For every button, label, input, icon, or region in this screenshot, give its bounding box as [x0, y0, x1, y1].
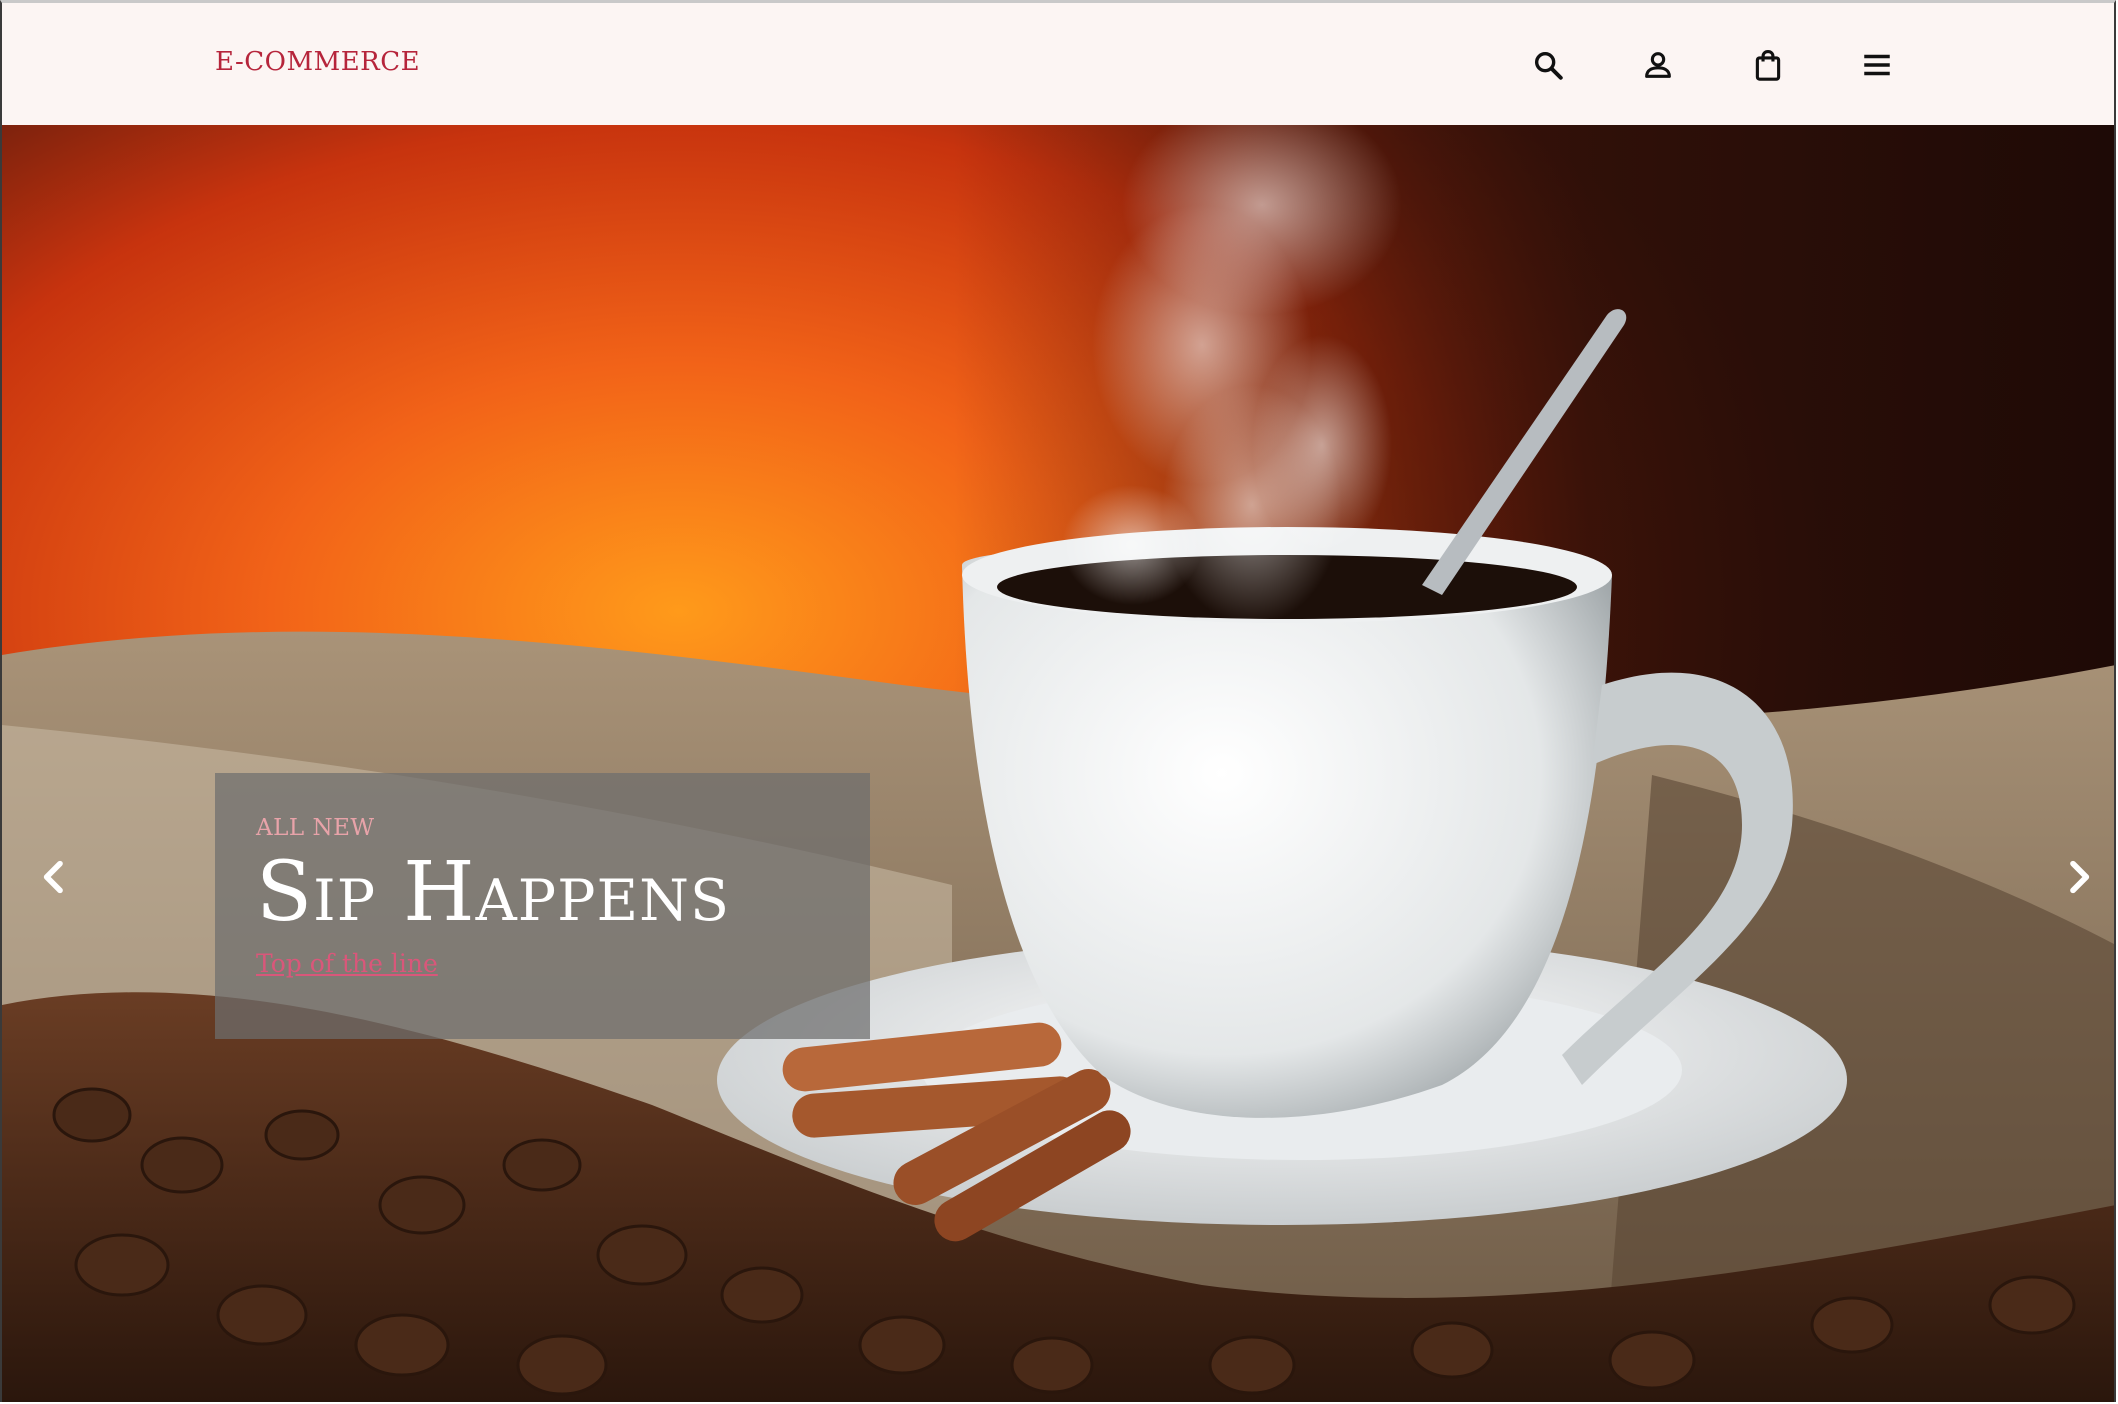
- shopping-bag-icon: [1755, 49, 1781, 81]
- hero-eyebrow: ALL NEW: [256, 815, 375, 841]
- hero-cta-link[interactable]: Top of the line: [256, 949, 438, 978]
- app-frame: E-COMMERCE ALL NEW Sip Happens Top of th…: [0, 0, 2116, 1402]
- menu-button[interactable]: [1857, 45, 1897, 85]
- search-button[interactable]: [1528, 45, 1568, 85]
- search-icon: [1534, 51, 1563, 80]
- chevron-right-icon: [2070, 860, 2090, 894]
- menu-icon: [1864, 54, 1890, 76]
- account-button[interactable]: [1638, 45, 1678, 85]
- carousel-prev-button[interactable]: [28, 850, 82, 904]
- hero-image: [2, 125, 2114, 1402]
- hero-headline: Sip Happens: [256, 845, 731, 940]
- carousel-next-button[interactable]: [2051, 850, 2105, 904]
- cart-button[interactable]: [1748, 45, 1788, 85]
- account-icon: [1645, 52, 1671, 78]
- brand-logo-link[interactable]: E-COMMERCE: [215, 47, 420, 77]
- chevron-left-icon: [43, 860, 63, 894]
- hero-caption-box: ALL NEW Sip Happens Top of the line: [215, 773, 870, 1039]
- site-header: E-COMMERCE: [2, 3, 2114, 125]
- hero-carousel: ALL NEW Sip Happens Top of the line: [2, 125, 2114, 1402]
